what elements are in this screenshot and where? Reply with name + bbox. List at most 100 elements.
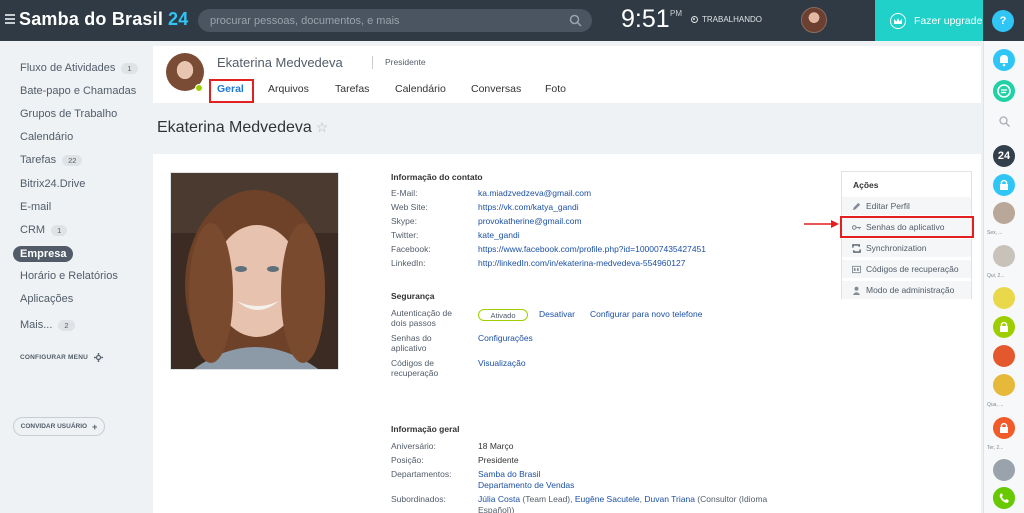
annotation-arrow-icon bbox=[804, 220, 839, 228]
sync-icon bbox=[852, 243, 861, 253]
search-box[interactable] bbox=[198, 9, 592, 32]
twitter-link[interactable]: kate_gandi bbox=[478, 230, 520, 240]
website-link[interactable]: https://vk.com/katya_gandi bbox=[478, 202, 579, 212]
contact-avatar[interactable] bbox=[993, 245, 1015, 267]
skype-link[interactable]: provokatherine@gmail.com bbox=[478, 216, 582, 226]
subordinate-link[interactable]: Duvan Triana bbox=[644, 494, 695, 504]
contact-date: Qui, 2... bbox=[987, 273, 1005, 279]
contact-avatar[interactable] bbox=[993, 374, 1015, 396]
sidebar-item-applications[interactable]: Aplicações bbox=[20, 293, 73, 305]
twofa-label-line: dois passos bbox=[391, 318, 436, 328]
sidebar-item-label: CRM bbox=[20, 224, 46, 236]
profile-content: Informação do contato E-Mail: ka.miadzve… bbox=[153, 154, 981, 513]
group-chat-icon[interactable] bbox=[993, 345, 1015, 367]
sidebar-item-label: Empresa bbox=[13, 246, 74, 262]
user-avatar[interactable] bbox=[801, 7, 827, 33]
app-passwords-link[interactable]: Configurações bbox=[478, 333, 533, 343]
codes-icon bbox=[852, 265, 861, 273]
lock-icon[interactable] bbox=[993, 316, 1015, 338]
tab-calendar[interactable]: Calendário bbox=[395, 83, 446, 95]
sidebar-item-company[interactable]: Empresa bbox=[13, 246, 74, 262]
bell-icon[interactable] bbox=[993, 49, 1015, 71]
action-label: Modo de administração bbox=[866, 285, 955, 295]
subordinate-role: (Consultor (Idioma bbox=[694, 494, 768, 504]
contact-label: E-Mail: bbox=[391, 188, 418, 198]
contact-date: Qua, ... bbox=[987, 402, 1004, 408]
subordinates-list: Júlia Costa (Team Lead), Eugêne Sacutele… bbox=[478, 494, 767, 504]
sidebar-item-tasks[interactable]: Tarefas 22 bbox=[20, 154, 83, 166]
hamburger-menu-icon[interactable] bbox=[5, 14, 15, 24]
counter-badge: 22 bbox=[62, 154, 83, 166]
sidebar-item-more[interactable]: Mais... 2 bbox=[20, 319, 75, 331]
work-status[interactable]: TRABALHANDO bbox=[691, 15, 762, 24]
app-passwords-label: Senhas do aplicativo bbox=[391, 333, 432, 353]
annotation-highlight-action bbox=[840, 216, 974, 238]
brand-logo[interactable]: Samba do Brasil 24 bbox=[19, 9, 188, 30]
departments-label: Departamentos: bbox=[391, 469, 452, 479]
facebook-link[interactable]: https://www.facebook.com/profile.php?id=… bbox=[478, 244, 706, 254]
status-icon bbox=[691, 16, 698, 23]
sidebar-item-crm[interactable]: CRM 1 bbox=[20, 224, 68, 236]
synchronization-button[interactable]: Synchronization bbox=[842, 238, 971, 257]
lock-icon[interactable] bbox=[993, 417, 1015, 439]
actions-title: Ações bbox=[853, 180, 879, 190]
contact-avatar[interactable] bbox=[993, 202, 1015, 224]
contact-info-title: Informação do contato bbox=[391, 172, 483, 182]
search-input[interactable] bbox=[210, 9, 560, 32]
linkedin-link[interactable]: http://linkedIn.com/in/ekaterina-medvede… bbox=[478, 258, 685, 268]
sidebar-item-activity-stream[interactable]: Fluxo de Atividades 1 bbox=[20, 62, 138, 74]
sidebar-item-label: Fluxo de Atividades bbox=[20, 62, 116, 74]
contact-avatar[interactable] bbox=[993, 459, 1015, 481]
invite-user-label: CONVIDAR USUÁRIO bbox=[20, 423, 88, 430]
clock[interactable]: 9:51 PM bbox=[621, 5, 682, 34]
configure-menu-button[interactable]: CONFIGURAR MENU bbox=[20, 353, 103, 362]
tab-files[interactable]: Arquivos bbox=[268, 83, 309, 95]
right-rail: 24 Sex, ... Qui, 2... Qua, ... Ter, 2... bbox=[983, 41, 1024, 513]
portrait-image bbox=[171, 173, 338, 369]
profile-role: Presidente bbox=[385, 57, 426, 67]
tab-conversations[interactable]: Conversas bbox=[471, 83, 521, 95]
search-icon[interactable] bbox=[999, 116, 1010, 127]
subordinate-link[interactable]: Júlia Costa bbox=[478, 494, 520, 504]
sidebar-item-calendar[interactable]: Calendário bbox=[20, 131, 73, 143]
sidebar-item-drive[interactable]: Bitrix24.Drive bbox=[20, 178, 85, 190]
chat-icon[interactable] bbox=[993, 80, 1015, 102]
sidebar-item-workgroups[interactable]: Grupos de Trabalho bbox=[20, 108, 117, 120]
subordinate-role: (Team Lead), bbox=[520, 494, 575, 504]
birthday-label: Aniversário: bbox=[391, 441, 436, 451]
edit-profile-button[interactable]: Editar Perfil bbox=[842, 196, 971, 215]
recovery-codes-button[interactable]: Códigos de recuperação bbox=[842, 259, 971, 278]
tab-photo[interactable]: Foto bbox=[545, 83, 566, 95]
contact-label: Facebook: bbox=[391, 244, 431, 254]
tab-tasks[interactable]: Tarefas bbox=[335, 83, 369, 95]
recovery-codes-link[interactable]: Visualização bbox=[478, 358, 526, 368]
sidebar-item-label: Bate-papo e Chamadas bbox=[20, 85, 137, 97]
admin-mode-button[interactable]: Modo de administração bbox=[842, 280, 971, 299]
security-title: Segurança bbox=[391, 291, 435, 301]
sidebar-item-time-reports[interactable]: Horário e Relatórios bbox=[20, 270, 118, 282]
configure-phone-link[interactable]: Configurar para novo telefone bbox=[590, 309, 702, 319]
upgrade-button[interactable]: Fazer upgrade bbox=[875, 0, 983, 41]
birthday-value: 18 Março bbox=[478, 441, 514, 451]
bitrix24-icon[interactable]: 24 bbox=[993, 145, 1015, 167]
deactivate-link[interactable]: Desativar bbox=[539, 309, 575, 319]
subordinate-link[interactable]: Eugêne Sacutele bbox=[575, 494, 640, 504]
department-link[interactable]: Departamento de Vendas bbox=[478, 480, 574, 490]
upgrade-label: Fazer upgrade bbox=[914, 14, 983, 27]
divider bbox=[372, 56, 373, 69]
sidebar-item-email[interactable]: E-mail bbox=[20, 201, 51, 213]
invite-user-button[interactable]: CONVIDAR USUÁRIO + bbox=[13, 417, 105, 436]
help-button[interactable]: ? bbox=[992, 10, 1014, 32]
department-link[interactable]: Samba do Brasil bbox=[478, 469, 540, 479]
profile-header: Ekaterina Medvedeva Presidente Geral Arq… bbox=[153, 46, 981, 103]
star-icon[interactable]: ☆ bbox=[316, 119, 329, 135]
email-link[interactable]: ka.miadzvedzeva@gmail.com bbox=[478, 188, 591, 198]
profile-photo[interactable] bbox=[170, 172, 339, 370]
brand-name: Samba do Brasil bbox=[19, 9, 164, 29]
sidebar-item-chat[interactable]: Bate-papo e Chamadas bbox=[20, 85, 136, 97]
group-chat-icon[interactable] bbox=[993, 287, 1015, 309]
lock-icon[interactable] bbox=[993, 174, 1015, 196]
position-label: Posição: bbox=[391, 455, 424, 465]
search-icon[interactable] bbox=[569, 14, 582, 27]
phone-icon[interactable] bbox=[993, 487, 1015, 509]
